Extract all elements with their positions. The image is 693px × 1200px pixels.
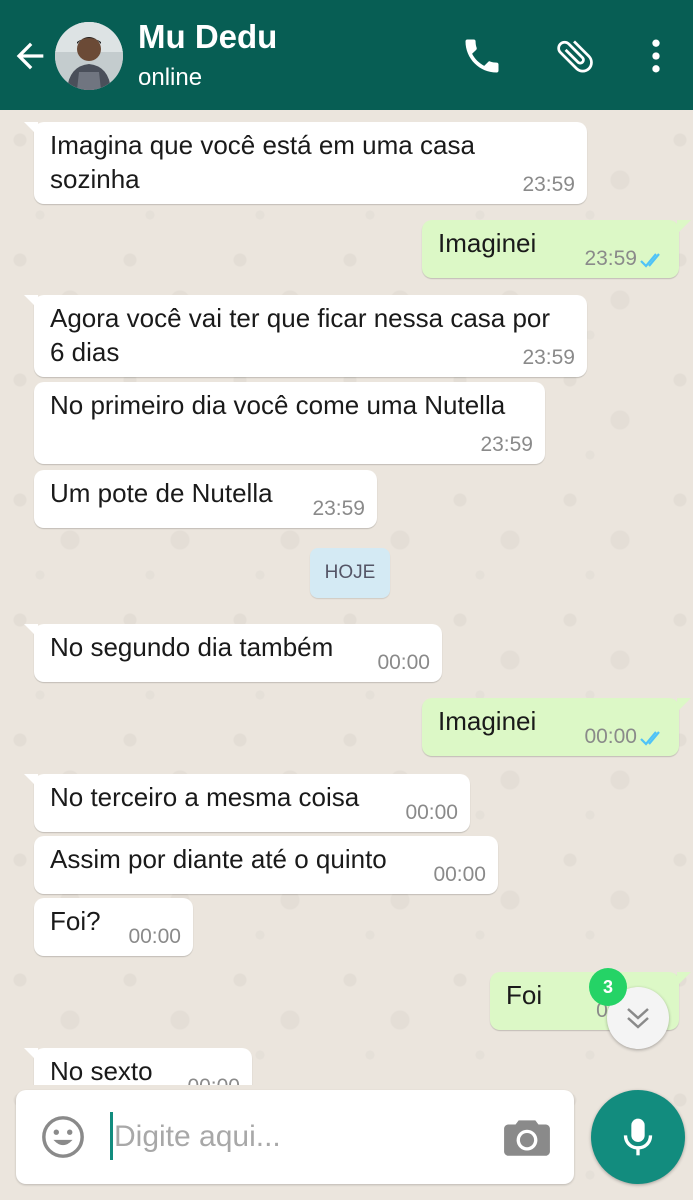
- message-text: No terceiro a mesma coisa: [50, 782, 360, 812]
- voice-message-button[interactable]: [591, 1090, 685, 1184]
- message-bubble-incoming[interactable]: Foi? 00:00: [34, 898, 193, 956]
- emoji-icon: [42, 1116, 84, 1158]
- paperclip-icon: [557, 40, 593, 73]
- more-vert-icon: [652, 39, 660, 73]
- message-bubble-incoming[interactable]: No primeiro dia você come uma Nutella 23…: [34, 382, 545, 464]
- message-bubble-incoming[interactable]: No sexto 00:00: [24, 1048, 252, 1086]
- message-time: 23:59: [584, 247, 637, 270]
- contact-name[interactable]: Mu Dedu: [138, 18, 277, 56]
- message-bubble-incoming[interactable]: Um pote de Nutella 23:59: [34, 470, 377, 528]
- bubble-tail: [24, 624, 38, 638]
- arrow-back-icon: [16, 42, 44, 70]
- camera-button[interactable]: [502, 1116, 552, 1158]
- message-time: 00:00: [433, 863, 486, 886]
- more-options-button[interactable]: [634, 34, 678, 78]
- bubble-tail: [24, 774, 38, 788]
- message-text: Imagina que você está em uma casa sozinh…: [50, 130, 475, 194]
- message-bubble-outgoing[interactable]: Imaginei 23:59: [422, 220, 691, 278]
- chat-header: Mu Dedu online: [0, 0, 693, 110]
- date-separator: HOJE: [310, 548, 390, 598]
- emoji-button[interactable]: [40, 1114, 86, 1160]
- message-time: 23:59: [522, 346, 575, 369]
- camera-icon: [504, 1120, 550, 1156]
- message-bubble-outgoing[interactable]: Imaginei 00:00: [422, 698, 691, 756]
- avatar[interactable]: [55, 22, 123, 90]
- message-time: 00:00: [187, 1076, 240, 1086]
- unread-count-badge[interactable]: 3: [589, 968, 627, 1006]
- message-composer: [16, 1090, 574, 1184]
- message-text: No segundo dia também: [50, 632, 334, 662]
- bubble-tail: [677, 220, 691, 234]
- message-time: 00:00: [128, 925, 181, 948]
- bubble-tail: [24, 1048, 38, 1062]
- message-time: 23:59: [480, 433, 533, 456]
- message-list[interactable]: Imagina que você está em uma casa sozinh…: [0, 110, 693, 1085]
- message-bubble-incoming[interactable]: Assim por diante até o quinto 00:00: [34, 836, 498, 894]
- message-bubble-incoming[interactable]: No terceiro a mesma coisa 00:00: [24, 774, 470, 832]
- avatar-image: [55, 22, 123, 90]
- contact-status: online: [138, 64, 203, 91]
- bubble-tail: [677, 972, 691, 986]
- message-time: 23:59: [312, 497, 365, 520]
- message-input[interactable]: [112, 1110, 496, 1164]
- message-bubble-incoming[interactable]: No segundo dia também 00:00: [24, 624, 442, 682]
- message-bubble-incoming[interactable]: Agora você vai ter que ficar nessa casa …: [24, 295, 587, 377]
- message-text: Agora você vai ter que ficar nessa casa …: [50, 303, 551, 367]
- message-bubble-incoming[interactable]: Imagina que você está em uma casa sozinh…: [24, 122, 587, 204]
- mic-icon: [623, 1118, 653, 1156]
- voice-call-button[interactable]: [460, 34, 504, 78]
- message-time: 00:00: [377, 651, 430, 674]
- message-time: 00:00: [584, 725, 637, 748]
- phone-icon: [465, 39, 499, 73]
- message-time: 23:59: [522, 173, 575, 196]
- bubble-tail: [677, 698, 691, 712]
- read-receipt-icon: [640, 731, 660, 746]
- back-button[interactable]: [10, 36, 50, 76]
- message-text: No primeiro dia você come uma Nutella: [50, 390, 506, 420]
- attach-button[interactable]: [553, 34, 597, 78]
- bubble-tail: [24, 295, 38, 309]
- bubble-tail: [24, 122, 38, 136]
- message-text: Assim por diante até o quinto: [50, 844, 387, 874]
- read-receipt-icon: [640, 253, 660, 268]
- message-time: 00:00: [405, 801, 458, 824]
